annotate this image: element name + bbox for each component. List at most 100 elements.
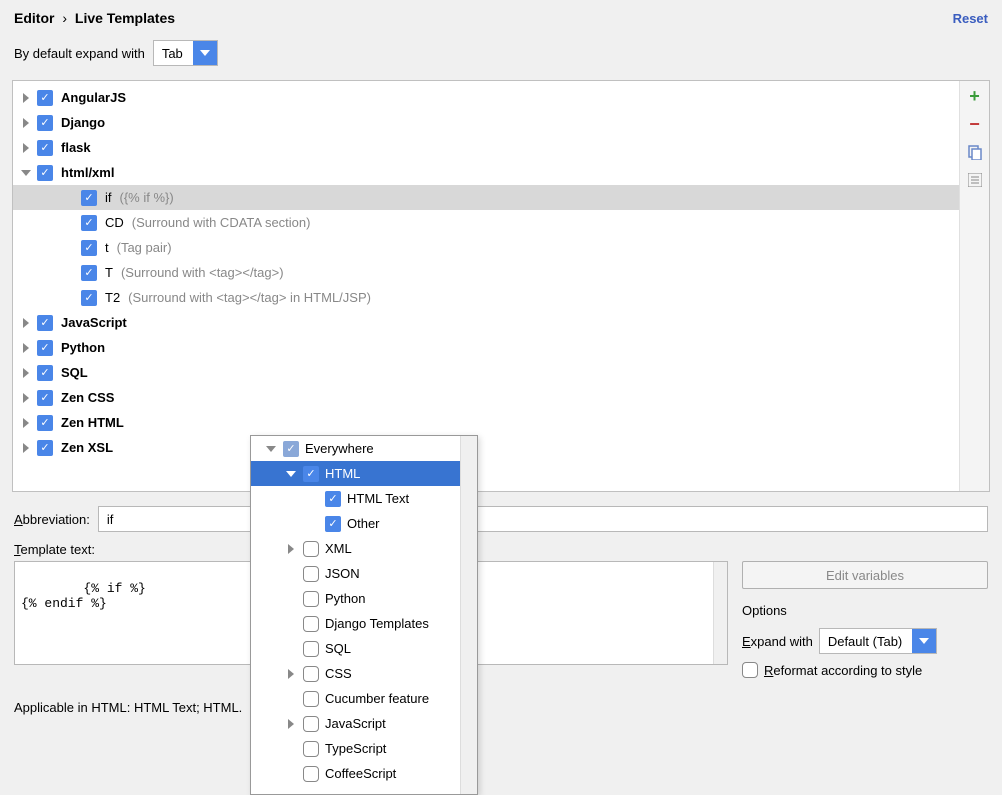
context-item-other[interactable]: ✓Other: [251, 511, 477, 536]
context-item-everywhere[interactable]: ✓Everywhere: [251, 436, 477, 461]
tree-item-label: flask: [61, 140, 91, 155]
tree-item-html-xml[interactable]: ✓ html/xml: [13, 160, 959, 185]
tree-item-zen-css[interactable]: ✓Zen CSS: [13, 385, 959, 410]
checkbox[interactable]: ✓: [37, 115, 53, 131]
context-item-sql[interactable]: SQL: [251, 636, 477, 661]
checkbox[interactable]: ✓: [325, 491, 341, 507]
checkbox[interactable]: [303, 691, 319, 707]
context-item-python[interactable]: Python: [251, 586, 477, 611]
tree-item-angularjs[interactable]: ✓ AngularJS: [13, 85, 959, 110]
checkbox[interactable]: ✓: [37, 140, 53, 156]
details-icon[interactable]: [966, 171, 984, 189]
tree-item-t[interactable]: ✓t(Tag pair): [13, 235, 959, 260]
context-item-css[interactable]: CSS: [251, 661, 477, 686]
expand-icon[interactable]: [19, 93, 33, 103]
checkbox[interactable]: ✓: [37, 390, 53, 406]
collapse-icon[interactable]: [285, 471, 297, 477]
expand-icon[interactable]: [19, 343, 33, 353]
tree-item-javascript[interactable]: ✓ JavaScript: [13, 310, 959, 335]
popup-scrollbar[interactable]: [460, 436, 477, 794]
breadcrumb-editor: Editor: [14, 10, 54, 26]
tree-item-hint: (Surround with <tag></tag>): [121, 265, 284, 280]
tree-item-t2[interactable]: ✓T2(Surround with <tag></tag> in HTML/JS…: [13, 285, 959, 310]
expand-icon[interactable]: [285, 544, 297, 554]
checkbox[interactable]: ✓: [81, 215, 97, 231]
context-item-cucumber-feature[interactable]: Cucumber feature: [251, 686, 477, 711]
checkbox[interactable]: ✓: [37, 315, 53, 331]
context-item-html[interactable]: ✓HTML: [251, 461, 477, 486]
tree-item-python[interactable]: ✓Python: [13, 335, 959, 360]
tree-item-label: html/xml: [61, 165, 114, 180]
checkbox[interactable]: ✓: [37, 340, 53, 356]
context-popup[interactable]: ✓Everywhere✓HTML✓HTML Text✓OtherXMLJSONP…: [250, 435, 478, 795]
collapse-icon[interactable]: [265, 446, 277, 452]
context-item-xml[interactable]: XML: [251, 536, 477, 561]
checkbox[interactable]: ✓: [81, 190, 97, 206]
copy-icon[interactable]: [966, 143, 984, 161]
checkbox[interactable]: ✓: [37, 415, 53, 431]
checkbox[interactable]: [303, 741, 319, 757]
checkbox[interactable]: ✓: [81, 290, 97, 306]
tree-item-t[interactable]: ✓T(Surround with <tag></tag>): [13, 260, 959, 285]
abbreviation-input[interactable]: [98, 506, 988, 532]
expand-icon[interactable]: [285, 669, 297, 679]
tree-item-label: AngularJS: [61, 90, 126, 105]
checkbox[interactable]: [303, 716, 319, 732]
context-item-coffeescript[interactable]: CoffeeScript: [251, 761, 477, 786]
chevron-down-icon[interactable]: [912, 629, 936, 653]
expand-icon[interactable]: [19, 393, 33, 403]
context-item-label: SQL: [325, 641, 351, 656]
checkbox[interactable]: ✓: [81, 265, 97, 281]
edit-variables-button[interactable]: Edit variables: [742, 561, 988, 589]
checkbox[interactable]: ✓: [325, 516, 341, 532]
templates-tree[interactable]: ✓AngularJS✓Django✓flask✓html/xml✓if({% i…: [13, 81, 959, 491]
checkbox[interactable]: [303, 591, 319, 607]
context-item-html-text[interactable]: ✓HTML Text: [251, 486, 477, 511]
collapse-icon[interactable]: [19, 170, 33, 176]
tree-item-cd[interactable]: ✓CD(Surround with CDATA section): [13, 210, 959, 235]
expand-with-combo[interactable]: Default (Tab): [819, 628, 937, 654]
tree-item-label: CD: [105, 215, 124, 230]
expand-icon[interactable]: [19, 318, 33, 328]
checkbox[interactable]: [303, 766, 319, 782]
tree-item-if[interactable]: ✓if({% if %}): [13, 185, 959, 210]
checkbox[interactable]: ✓: [303, 466, 319, 482]
context-item-json[interactable]: JSON: [251, 561, 477, 586]
reformat-checkbox[interactable]: [742, 662, 758, 678]
checkbox[interactable]: ✓: [81, 240, 97, 256]
tree-item-zen-xsl[interactable]: ✓Zen XSL: [13, 435, 959, 460]
context-item-typescript[interactable]: TypeScript: [251, 736, 477, 761]
tree-item-sql[interactable]: ✓SQL: [13, 360, 959, 385]
checkbox[interactable]: [303, 616, 319, 632]
expand-icon[interactable]: [19, 418, 33, 428]
expand-icon[interactable]: [19, 443, 33, 453]
tree-item-flask[interactable]: ✓ flask: [13, 135, 959, 160]
default-expand-label: By default expand with: [14, 46, 145, 61]
checkbox[interactable]: [303, 566, 319, 582]
checkbox[interactable]: ✓: [37, 90, 53, 106]
context-item-django-templates[interactable]: Django Templates: [251, 611, 477, 636]
checkbox[interactable]: ✓: [37, 365, 53, 381]
template-scrollbar[interactable]: [713, 562, 727, 664]
expand-icon[interactable]: [285, 719, 297, 729]
chevron-down-icon[interactable]: [193, 41, 217, 65]
tree-item-django[interactable]: ✓Django: [13, 110, 959, 135]
add-icon[interactable]: +: [966, 87, 984, 105]
applicable-text: Applicable in HTML: HTML Text; HTML.: [14, 700, 242, 715]
checkbox[interactable]: [303, 641, 319, 657]
tree-item-label: JavaScript: [61, 315, 127, 330]
remove-icon[interactable]: −: [966, 115, 984, 133]
expand-icon[interactable]: [19, 118, 33, 128]
default-expand-combo[interactable]: Tab: [153, 40, 218, 66]
expand-icon[interactable]: [19, 368, 33, 378]
checkbox[interactable]: ✓: [37, 165, 53, 181]
checkbox[interactable]: ✓: [283, 441, 299, 457]
checkbox[interactable]: ✓: [37, 440, 53, 456]
checkbox[interactable]: [303, 666, 319, 682]
checkbox[interactable]: [303, 541, 319, 557]
tree-item-label: Zen HTML: [61, 415, 124, 430]
tree-item-zen-html[interactable]: ✓ Zen HTML: [13, 410, 959, 435]
reset-link[interactable]: Reset: [953, 11, 988, 26]
context-item-javascript[interactable]: JavaScript: [251, 711, 477, 736]
expand-icon[interactable]: [19, 143, 33, 153]
